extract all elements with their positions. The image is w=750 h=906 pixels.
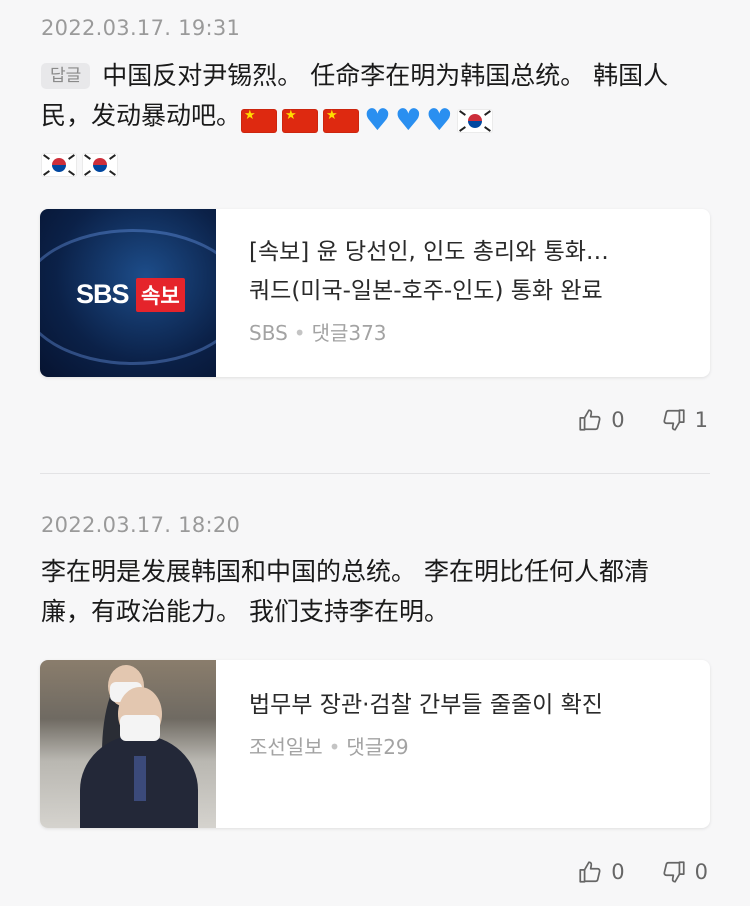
separator-dot: • [293, 321, 306, 345]
news-comment-count: 댓글29 [346, 735, 409, 759]
linked-news-card[interactable]: SBS 속보 [속보] 윤 당선인, 인도 총리와 통화… 쿼드(미국-일본-호… [40, 209, 710, 377]
thumbs-up-icon [579, 409, 601, 431]
news-title-line: 법무부 장관·검찰 간부들 줄줄이 확진 [249, 692, 603, 718]
comment-divider [40, 473, 710, 474]
news-source: SBS [249, 321, 288, 345]
china-flag-icon [282, 108, 319, 133]
blue-heart-icon: ♥ [394, 103, 422, 138]
dislike-button[interactable]: 1 [661, 407, 708, 433]
thumbs-down-icon [663, 409, 685, 431]
south-korea-flag-icon [82, 153, 118, 177]
news-thumbnail [40, 660, 216, 828]
dislike-count: 0 [694, 860, 708, 884]
china-flag-icon [323, 108, 360, 133]
blue-heart-icon: ♥ [425, 103, 453, 138]
reply-badge[interactable]: 답글 [41, 63, 91, 89]
like-count: 0 [611, 860, 625, 884]
like-button[interactable]: 0 [577, 407, 625, 433]
news-card-text: [속보] 윤 당선인, 인도 총리와 통화… 쿼드(미국-일본-호주-인도) 통… [249, 233, 690, 346]
emoji-row: ♥♥♥ [241, 100, 498, 140]
news-meta: 조선일보 • 댓글29 [249, 731, 690, 760]
blue-heart-icon: ♥ [364, 103, 391, 138]
comment-actions: 0 1 [577, 403, 708, 437]
news-meta: SBS • 댓글373 [249, 317, 690, 346]
thumbs-up-icon [579, 861, 601, 883]
news-source: 조선일보 [249, 735, 323, 759]
dislike-button[interactable]: 0 [661, 859, 708, 885]
news-comment-count: 댓글373 [311, 321, 387, 345]
like-button[interactable]: 0 [577, 859, 625, 885]
news-card-text: 법무부 장관·검찰 간부들 줄줄이 확진 조선일보 • 댓글29 [249, 686, 690, 760]
thumbs-down-icon [663, 861, 685, 883]
like-count: 0 [611, 408, 625, 432]
news-title-line: 쿼드(미국-일본-호주-인도) 통화 완료 [249, 278, 603, 304]
south-korea-flag-icon [456, 109, 493, 133]
emoji-row [41, 144, 123, 184]
comment-body: 답글中国反对尹锡烈。 任命李在明为韩国总统。 韩国人民，发动暴动吧。 ♥♥♥ [41, 56, 681, 184]
dislike-count: 1 [694, 408, 708, 432]
comment-timestamp: 2022.03.17. 19:31 [41, 16, 241, 40]
breaking-badge: 속보 [136, 278, 185, 312]
sbs-logo: SBS [76, 279, 130, 309]
south-korea-flag-icon [41, 153, 77, 177]
separator-dot: • [328, 735, 341, 759]
comment-actions: 0 0 [577, 855, 708, 889]
linked-news-card[interactable]: 법무부 장관·검찰 간부들 줄줄이 확진 조선일보 • 댓글29 [40, 660, 710, 828]
news-title-line: [속보] 윤 당선인, 인도 총리와 통화… [249, 239, 609, 265]
comment-text: 李在明是发展韩国和中国的总统。 李在明比任何人都清廉，有政治能力。 我们支持李在… [41, 557, 649, 626]
comment-timestamp: 2022.03.17. 18:20 [41, 513, 241, 537]
news-thumbnail: SBS 속보 [40, 209, 216, 377]
china-flag-icon [241, 108, 278, 133]
